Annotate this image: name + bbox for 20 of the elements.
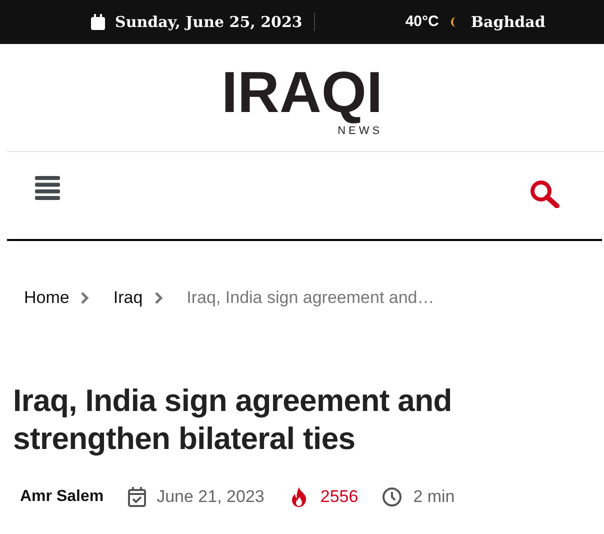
flame-icon <box>290 486 308 507</box>
chevron-icon <box>81 292 90 304</box>
breadcrumb-link[interactable]: Iraq <box>113 285 143 311</box>
current-date: Sunday, June 25, 2023 <box>115 12 302 33</box>
breadcrumb-current[interactable]: Iraq, India sign agreement and… <box>186 285 434 311</box>
site-logo[interactable]: IRAQI NEWS <box>221 66 383 137</box>
menu-icon[interactable] <box>35 176 60 200</box>
read-time: 2 min <box>413 486 455 508</box>
search-icon[interactable] <box>530 180 560 208</box>
author-name[interactable]: Amr Salem <box>20 484 104 509</box>
publish-date: June 21, 2023 <box>156 486 264 508</box>
clock-icon <box>382 486 402 507</box>
view-count: 2556 <box>320 486 358 508</box>
calendar-icon <box>91 14 105 30</box>
article-title: Iraq, India sign agreement and strengthen bilateral ties <box>13 382 453 458</box>
city-name: Baghdad <box>470 12 546 33</box>
calendar-check-icon <box>128 486 146 507</box>
temperature: 40°C <box>405 12 439 32</box>
breadcrumb-link[interactable]: Home <box>24 285 70 311</box>
chevron-icon <box>154 292 163 304</box>
